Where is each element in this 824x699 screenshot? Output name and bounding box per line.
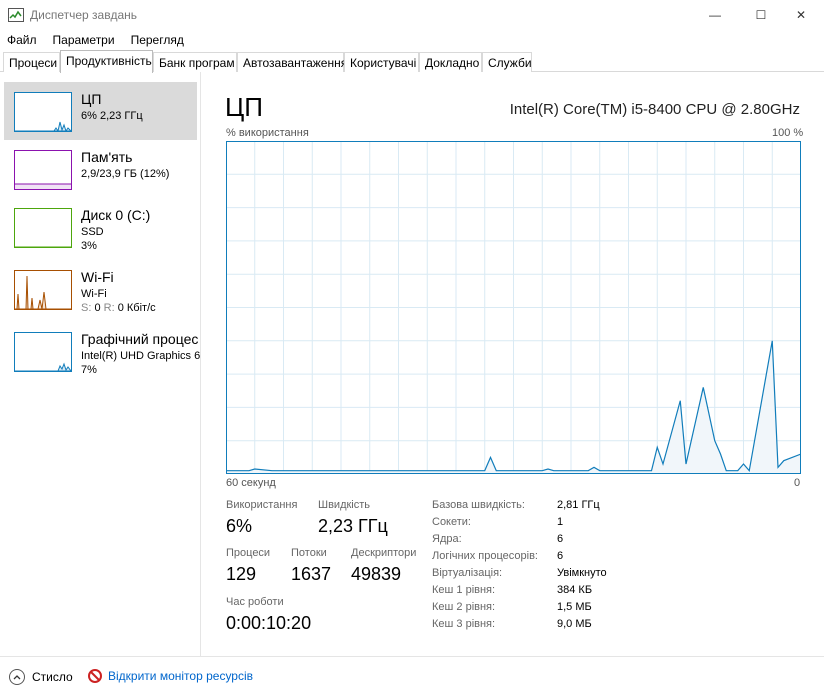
- l3-cache-value: 9,0 МБ: [557, 618, 592, 630]
- close-button[interactable]: ✕: [778, 0, 824, 30]
- l2-cache-value: 1,5 МБ: [557, 601, 592, 613]
- sidebar-item-value: S: 0 R: 0 Кбіт/с: [81, 302, 156, 314]
- resource-monitor-icon: [88, 669, 102, 683]
- tab-app-history[interactable]: Банк програм: [153, 52, 237, 72]
- sidebar-item-gpu[interactable]: Графічний процес Intel(R) UHD Graphics 6…: [4, 322, 201, 380]
- sidebar-item-disk[interactable]: Диск 0 (C:) SSD 3%: [4, 198, 197, 256]
- sidebar-item-label: ЦП: [81, 91, 102, 107]
- send-label: S:: [81, 302, 92, 314]
- sidebar-item-wifi[interactable]: Wi-Fi Wi-Fi S: 0 R: 0 Кбіт/с: [4, 260, 197, 318]
- base-speed-label: Базова швидкість:: [432, 499, 525, 511]
- open-resource-monitor-label: Відкрити монітор ресурсів: [108, 669, 254, 683]
- logical-processors-value: 6: [557, 550, 564, 562]
- disk-thumbnail-graph: [14, 208, 72, 248]
- task-manager-icon: [8, 8, 24, 22]
- virtualization-value: Увімкнуто: [557, 567, 607, 579]
- sidebar-item-cpu[interactable]: ЦП 6% 2,23 ГГц: [4, 82, 197, 140]
- cores-label: Ядра:: [432, 533, 462, 545]
- memory-thumbnail-graph: [14, 150, 72, 190]
- receive-value: 0 Кбіт/с: [117, 302, 156, 314]
- receive-label: R:: [103, 302, 115, 314]
- threads-label: Потоки: [291, 547, 327, 559]
- speed-value: 2,23 ГГц: [318, 516, 388, 536]
- sidebar-item-memory[interactable]: Пам'ять 2,9/23,9 ГБ (12%): [4, 140, 197, 198]
- sidebar-item-label: Графічний процес: [81, 331, 199, 347]
- l3-cache-label: Кеш 3 рівня:: [432, 618, 496, 630]
- cpu-model-name: Intel(R) Core(TM) i5-8400 CPU @ 2.80GHz: [509, 101, 800, 118]
- sockets-label: Сокети:: [432, 516, 471, 528]
- y-axis-label: % використання: [226, 127, 309, 139]
- sockets-value: 1: [557, 516, 564, 528]
- base-speed-value: 2,81 ГГц: [557, 499, 600, 511]
- uptime-label: Час роботи: [226, 596, 284, 608]
- utilization-value: 6%: [226, 516, 253, 536]
- sidebar-item-type: Intel(R) UHD Graphics 6: [81, 350, 201, 362]
- resource-sidebar: ЦП 6% 2,23 ГГц Пам'ять 2,9/23,9 ГБ (12%)…: [0, 72, 201, 656]
- send-value: 0: [94, 302, 101, 314]
- handles-label: Дескриптори: [351, 547, 417, 559]
- open-resource-monitor-link[interactable]: Відкрити монітор ресурсів: [88, 669, 253, 683]
- chevron-up-icon: [9, 669, 25, 685]
- menu-view[interactable]: Перегляд: [123, 33, 192, 47]
- tab-processes[interactable]: Процеси: [3, 52, 60, 72]
- gpu-thumbnail-graph: [14, 332, 72, 372]
- sidebar-item-type: SSD: [81, 226, 104, 238]
- l2-cache-label: Кеш 2 рівня:: [432, 601, 496, 613]
- logical-processors-label: Логічних процесорів:: [432, 550, 538, 562]
- utilization-label: Використання: [226, 499, 298, 511]
- virtualization-label: Віртуалізація:: [432, 567, 503, 579]
- sidebar-item-label: Wi-Fi: [81, 269, 114, 285]
- footer-bar: Стисло Відкрити монітор ресурсів: [0, 656, 824, 699]
- cores-value: 6: [557, 533, 564, 545]
- tab-services[interactable]: Служби: [482, 52, 532, 72]
- page-title: ЦП: [225, 92, 263, 122]
- handles-value: 49839: [351, 564, 402, 584]
- uptime-value: 0:00:10:20: [226, 613, 312, 633]
- menu-file[interactable]: Файл: [0, 33, 45, 47]
- x-axis-right-label: 0: [794, 477, 801, 489]
- y-axis-max-label: 100 %: [772, 127, 804, 139]
- processes-value: 129: [226, 564, 257, 584]
- menu-bar: Файл Параметри Перегляд: [0, 30, 824, 50]
- tab-strip: Процеси Продуктивність Банк програм Авто…: [0, 50, 824, 73]
- title-bar: Диспетчер завдань — ☐ ✕: [0, 0, 824, 30]
- menu-options[interactable]: Параметри: [45, 33, 123, 47]
- tab-startup[interactable]: Автозавантаження: [237, 52, 347, 72]
- processes-label: Процеси: [226, 547, 271, 559]
- window-title: Диспетчер завдань: [30, 8, 138, 22]
- tab-performance[interactable]: Продуктивність: [60, 50, 153, 73]
- wifi-thumbnail-graph: [14, 270, 72, 310]
- l1-cache-value: 384 КБ: [557, 584, 593, 596]
- fewer-details-label: Стисло: [32, 670, 73, 684]
- threads-value: 1637: [291, 564, 332, 584]
- sidebar-item-label: Пам'ять: [81, 149, 133, 165]
- l1-cache-label: Кеш 1 рівня:: [432, 584, 496, 596]
- cpu-utilization-graph: [226, 141, 801, 474]
- speed-label: Швидкість: [318, 499, 371, 511]
- sidebar-item-value: 6% 2,23 ГГц: [81, 110, 143, 122]
- sidebar-item-value: 3%: [81, 240, 97, 252]
- sidebar-item-label: Диск 0 (C:): [81, 207, 151, 223]
- minimize-button[interactable]: —: [692, 0, 738, 30]
- fewer-details-button[interactable]: Стисло: [9, 669, 73, 685]
- tab-users[interactable]: Користувачі: [344, 52, 419, 72]
- x-axis-left-label: 60 секунд: [226, 477, 276, 489]
- tab-details[interactable]: Докладно: [419, 52, 482, 72]
- sidebar-item-type: Wi-Fi: [81, 288, 107, 300]
- sidebar-item-value: 2,9/23,9 ГБ (12%): [81, 168, 170, 180]
- sidebar-item-value: 7%: [81, 364, 97, 376]
- cpu-thumbnail-graph: [14, 92, 72, 132]
